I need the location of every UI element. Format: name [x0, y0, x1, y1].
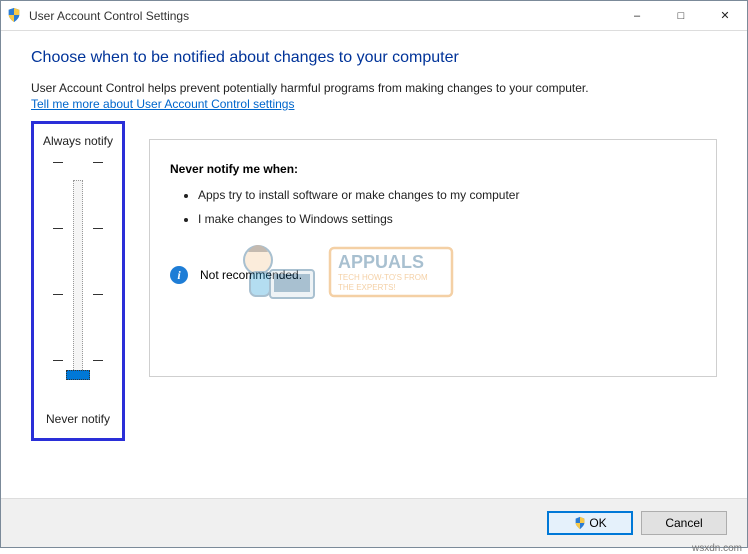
- cancel-button[interactable]: Cancel: [641, 511, 727, 535]
- recommendation-row: i Not recommended.: [170, 266, 696, 284]
- ok-button-label: OK: [589, 516, 606, 530]
- minimize-button[interactable]: –: [615, 1, 659, 30]
- info-panel: Never notify me when: Apps try to instal…: [149, 139, 717, 377]
- notification-slider-area: Always notify Never notify: [31, 121, 125, 441]
- page-subtext: User Account Control helps prevent poten…: [31, 81, 717, 95]
- recommendation-text: Not recommended.: [200, 268, 302, 282]
- slider-thumb[interactable]: [66, 370, 90, 380]
- info-list: Apps try to install software or make cha…: [170, 188, 696, 226]
- content-area: Choose when to be notified about changes…: [1, 31, 747, 498]
- titlebar: User Account Control Settings – □ ✕: [1, 1, 747, 31]
- footer: OK Cancel: [1, 498, 747, 547]
- notification-slider[interactable]: [73, 180, 83, 380]
- close-button[interactable]: ✕: [703, 1, 747, 30]
- slider-label-bottom: Never notify: [46, 412, 110, 426]
- main-row: Always notify Never notify Never notify …: [31, 121, 717, 488]
- ok-button[interactable]: OK: [547, 511, 633, 535]
- info-icon: i: [170, 266, 188, 284]
- shield-icon: [573, 516, 587, 530]
- corner-watermark: wsxdn.com: [692, 543, 742, 554]
- svg-text:THE EXPERTS!: THE EXPERTS!: [338, 283, 396, 292]
- slider-track-wrap: [38, 158, 118, 402]
- cancel-button-label: Cancel: [665, 516, 702, 530]
- list-item: Apps try to install software or make cha…: [198, 188, 696, 202]
- window-title: User Account Control Settings: [29, 9, 615, 23]
- slider-label-top: Always notify: [43, 134, 113, 148]
- help-link[interactable]: Tell me more about User Account Control …: [31, 97, 717, 111]
- list-item: I make changes to Windows settings: [198, 212, 696, 226]
- uac-settings-window: User Account Control Settings – □ ✕ Choo…: [0, 0, 748, 548]
- page-heading: Choose when to be notified about changes…: [31, 49, 717, 67]
- maximize-button[interactable]: □: [659, 1, 703, 30]
- info-panel-title: Never notify me when:: [170, 162, 696, 176]
- window-controls: – □ ✕: [615, 1, 747, 30]
- shield-icon: [7, 8, 23, 24]
